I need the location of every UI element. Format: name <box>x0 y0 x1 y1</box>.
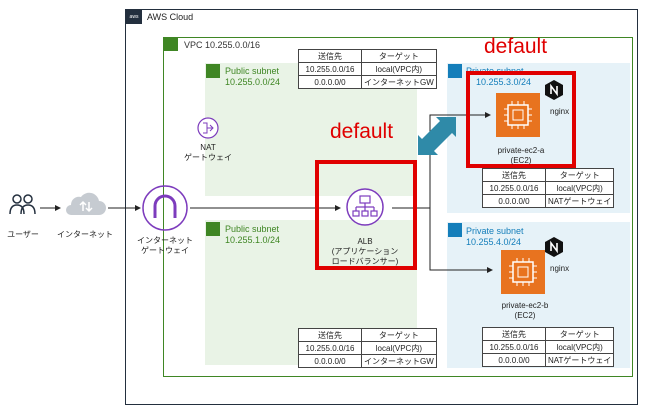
rt-header: 送信先 <box>298 49 362 63</box>
ec2-a-icon <box>496 93 540 137</box>
internet-gateway-icon <box>142 185 188 231</box>
arrow-alb-ec2-b <box>429 208 493 273</box>
users-icon <box>9 194 36 215</box>
rt-cell: local(VPC内) <box>544 340 615 354</box>
rt-header: ターゲット <box>361 328 437 342</box>
rt-cell: 10.255.0.0/16 <box>482 340 546 354</box>
rt-cell: 10.255.0.0/16 <box>298 341 362 355</box>
rt-cell: インターネットGW <box>361 75 437 89</box>
rt-header: 送信先 <box>298 328 362 342</box>
internet-label: インターネット <box>57 230 113 239</box>
rt-cell: 10.255.0.0/16 <box>482 181 546 195</box>
nginx-b-icon <box>545 237 563 257</box>
ec2-b-icon <box>501 250 545 294</box>
ec2-b-label-2: (EC2) <box>514 311 536 320</box>
nginx-a-icon <box>545 80 563 100</box>
rt-cell: NATゲートウェイ <box>544 194 615 208</box>
alb-highlight-box <box>315 160 417 270</box>
rt-cell: 0.0.0.0/0 <box>482 353 546 367</box>
nat-gateway-icon <box>197 117 219 139</box>
rt-header: 送信先 <box>482 168 546 182</box>
rt-cell: 0.0.0.0/0 <box>298 354 362 368</box>
default-label-alb: default <box>330 120 394 143</box>
rt-header: ターゲット <box>361 49 437 63</box>
internet-cloud-icon <box>66 192 106 215</box>
nginx-a-label: nginx <box>550 107 570 116</box>
rt-cell: 0.0.0.0/0 <box>482 194 546 208</box>
rt-cell: local(VPC内) <box>544 181 615 195</box>
route-table-private-top: 送信先 ターゲット 10.255.0.0/16 local(VPC内) 0.0.0.… <box>482 168 615 208</box>
rt-header: 送信先 <box>482 327 546 341</box>
rt-cell: local(VPC内) <box>361 341 437 355</box>
rt-cell: 0.0.0.0/0 <box>298 75 362 89</box>
rt-cell: 10.255.0.0/16 <box>298 62 362 76</box>
route-table-public-bottom: 送信先 ターゲット 10.255.0.0/16 local(VPC内) 0.0.0.… <box>298 328 437 368</box>
igw-label-2: ゲートウェイ <box>141 246 189 255</box>
rt-header: ターゲット <box>544 168 615 182</box>
rt-cell: local(VPC内) <box>361 62 437 76</box>
nginx-b-label: nginx <box>550 264 570 273</box>
user-label: ユーザー <box>7 230 39 239</box>
rt-cell: インターネットGW <box>361 354 437 368</box>
rt-cell: NATゲートウェイ <box>544 353 615 367</box>
ec2-a-label-2: (EC2) <box>510 156 532 165</box>
route-table-private-bottom: 送信先 ターゲット 10.255.0.0/16 local(VPC内) 0.0.0.… <box>482 327 615 367</box>
teal-double-arrow <box>418 117 456 155</box>
nat-label-2: ゲートウェイ <box>184 153 232 162</box>
ec2-b-label-1: private-ec2-b <box>501 301 549 310</box>
rt-header: ターゲット <box>544 327 615 341</box>
route-table-public-top: 送信先 ターゲット 10.255.0.0/16 local(VPC内) 0.0.0.… <box>298 49 437 89</box>
igw-label-1: インターネット <box>137 236 193 245</box>
ec2-a-label-1: private-ec2-a <box>497 146 545 155</box>
default-label-ec2: default <box>484 35 548 58</box>
nat-label-1: NAT <box>200 143 216 152</box>
